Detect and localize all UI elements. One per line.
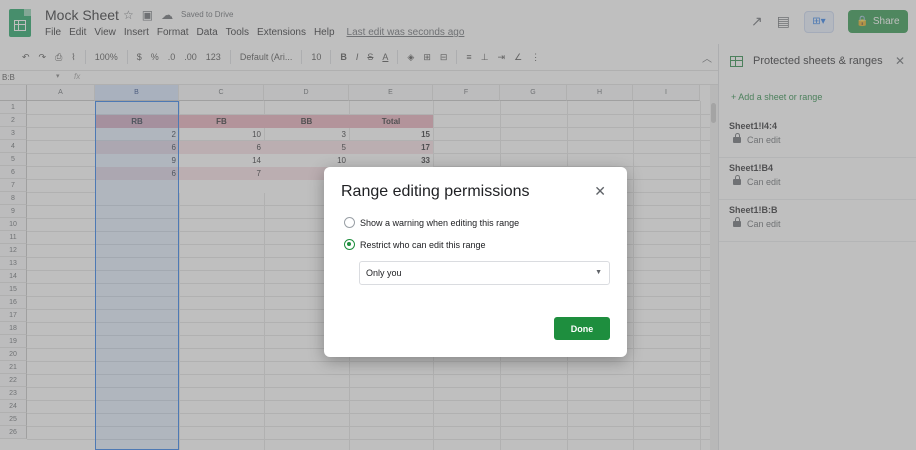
dropdown-arrow-icon: ▼ bbox=[595, 269, 602, 276]
editors-select-value: Only you bbox=[366, 268, 402, 278]
option-restrict-editors[interactable]: Restrict who can edit this range bbox=[344, 239, 486, 250]
dialog-title: Range editing permissions bbox=[341, 183, 530, 200]
editors-select[interactable]: Only you ▼ bbox=[359, 261, 610, 285]
close-icon[interactable]: ✕ bbox=[594, 183, 606, 200]
radio-warning[interactable] bbox=[344, 217, 355, 228]
option-show-warning[interactable]: Show a warning when editing this range bbox=[344, 217, 519, 228]
radio-restrict[interactable] bbox=[344, 239, 355, 250]
done-button[interactable]: Done bbox=[554, 317, 610, 340]
range-permissions-dialog: Range editing permissions ✕ Show a warni… bbox=[324, 167, 627, 357]
option-restrict-label: Restrict who can edit this range bbox=[360, 239, 486, 250]
option-warning-label: Show a warning when editing this range bbox=[360, 217, 520, 228]
